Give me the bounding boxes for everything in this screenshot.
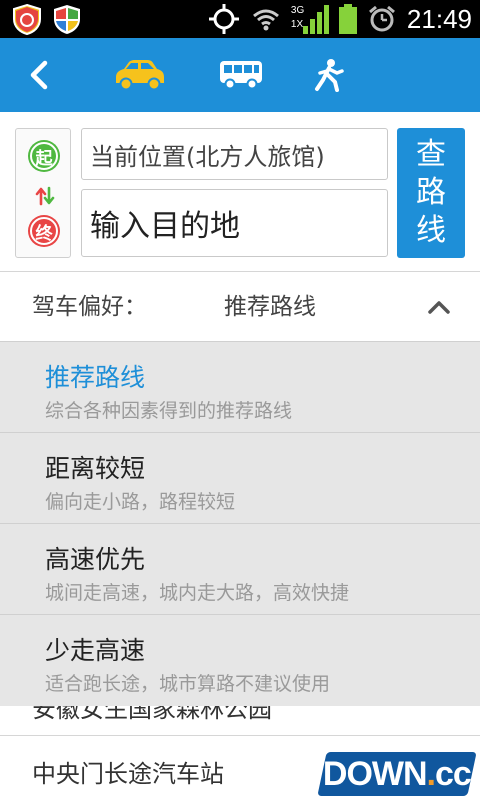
wifi-icon xyxy=(252,9,279,31)
preference-label: 驾车偏好： xyxy=(32,294,147,320)
search-route-button[interactable]: 查 路 线 xyxy=(397,128,465,258)
destination-input[interactable]: 输入目的地 xyxy=(81,189,388,257)
destination-placeholder: 输入目的地 xyxy=(90,209,240,244)
option-desc: 偏向走小路，路程较短 xyxy=(45,491,236,513)
bus-icon xyxy=(220,61,262,90)
end-marker: 终 xyxy=(28,215,60,247)
start-end-markers: 起 终 xyxy=(15,128,71,258)
watermark-logo: DOWN.cc xyxy=(317,752,477,796)
battery-icon xyxy=(338,4,357,34)
route-mode-bar xyxy=(0,38,480,112)
alarm-icon xyxy=(368,5,395,32)
option-desc: 城间走高速，城内走大路，高效快捷 xyxy=(45,582,350,604)
mode-bus-tab[interactable] xyxy=(212,38,270,112)
preference-value: 推荐路线 xyxy=(224,294,316,320)
option-desc: 综合各种因素得到的推荐路线 xyxy=(45,400,293,422)
option-shortest[interactable]: 距离较短 偏向走小路，路程较短 xyxy=(0,433,480,524)
option-title: 高速优先 xyxy=(45,545,146,574)
history-item[interactable]: 安徽女生国家森林公园 xyxy=(0,706,480,736)
walk-icon xyxy=(315,59,344,92)
option-title: 少走高速 xyxy=(45,636,146,665)
swap-icon[interactable] xyxy=(33,184,57,208)
status-bar: 3G 1X 21:49 xyxy=(0,0,480,38)
option-highway-first[interactable]: 高速优先 城间走高速，城内走大路，高效快捷 xyxy=(0,524,480,615)
security-shield-icon xyxy=(13,3,41,35)
chevron-up-icon xyxy=(428,301,450,314)
start-input-value: 当前位置(北方人旅馆) xyxy=(90,142,325,171)
car-icon xyxy=(116,60,164,91)
network-type-bottom: 1X xyxy=(290,19,304,30)
driving-preference-toggle[interactable]: 驾车偏好： 推荐路线 xyxy=(0,272,480,342)
mode-walk-tab[interactable] xyxy=(306,38,352,112)
option-title: 推荐路线 xyxy=(45,363,146,392)
option-desc: 适合跑长途，城市算路不建议使用 xyxy=(45,673,331,695)
status-notifications xyxy=(10,3,84,35)
gps-icon xyxy=(208,4,239,34)
option-title: 距离较短 xyxy=(45,454,146,483)
start-input[interactable]: 当前位置(北方人旅馆) xyxy=(81,128,388,180)
mode-car-tab[interactable] xyxy=(104,38,172,112)
windows-shield-icon xyxy=(54,5,80,34)
history-item-label: 中央门长途汽车站 xyxy=(32,760,224,788)
back-button[interactable] xyxy=(16,38,62,112)
route-form: 起 终 当前位置(北方人旅馆) 输入目的地 查 路 线 xyxy=(0,112,480,272)
preference-options: 推荐路线 综合各种因素得到的推荐路线 距离较短 偏向走小路，路程较短 高速优先 … xyxy=(0,342,480,706)
option-avoid-highway[interactable]: 少走高速 适合跑长途，城市算路不建议使用 xyxy=(0,615,480,706)
history-item-label: 安徽女生国家森林公园 xyxy=(32,706,272,723)
back-arrow-icon xyxy=(30,60,48,90)
cell-signal-icon: 3G 1X xyxy=(291,4,329,34)
status-indicators: 3G 1X 21:49 xyxy=(207,0,472,38)
status-time: 21:49 xyxy=(406,3,472,34)
start-marker: 起 xyxy=(28,140,60,172)
option-recommended[interactable]: 推荐路线 综合各种因素得到的推荐路线 xyxy=(0,342,480,433)
